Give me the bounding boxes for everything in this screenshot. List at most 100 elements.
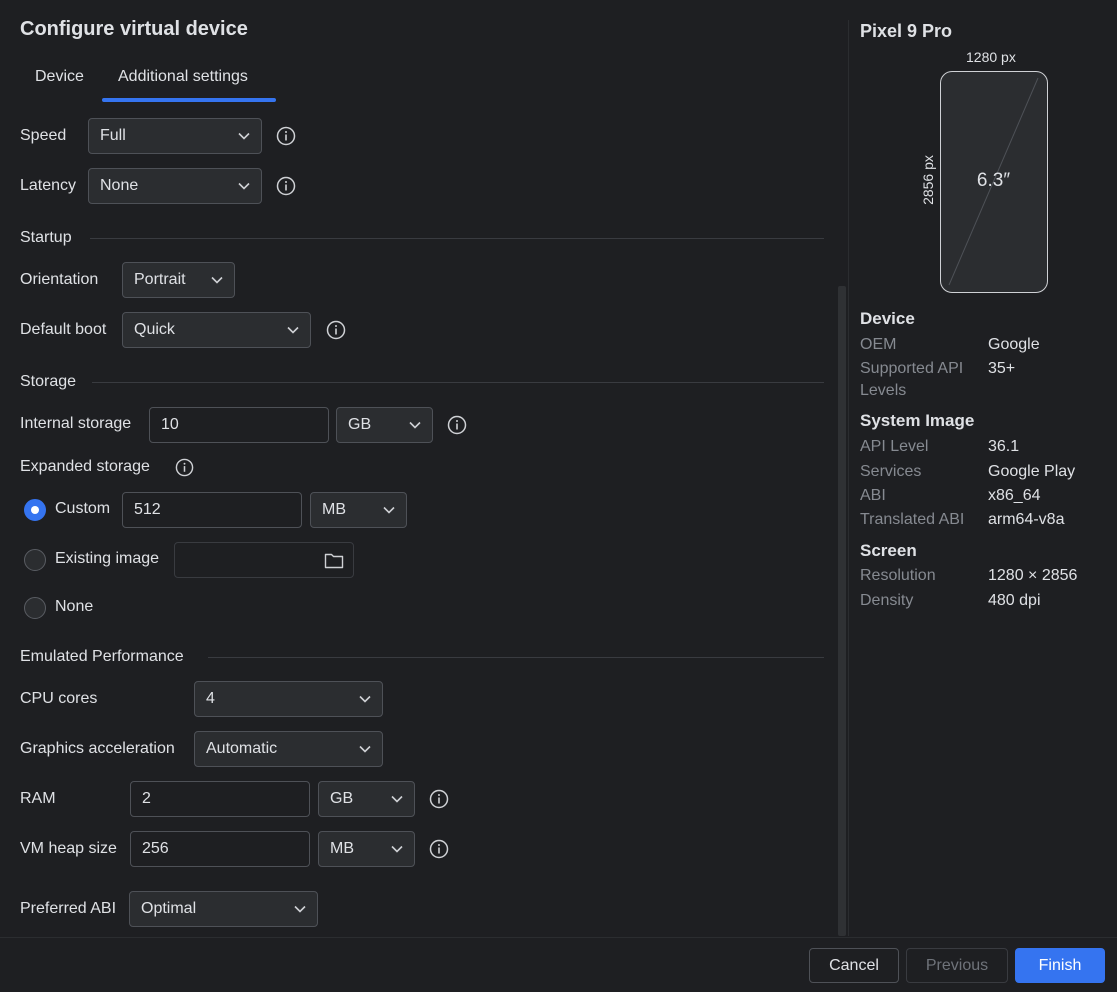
chevron-down-icon <box>287 313 299 347</box>
section-divider <box>208 657 824 658</box>
ram-unit-select[interactable]: GB <box>318 781 415 817</box>
supported-api-key: Supported API <box>860 360 964 377</box>
device-name: Pixel 9 Pro <box>860 21 953 41</box>
cpu-cores-label: CPU cores <box>20 690 98 707</box>
density-value: 480 dpi <box>988 592 1041 609</box>
startup-section-title: Startup <box>20 229 72 246</box>
existing-image-radio-label[interactable]: Existing image <box>55 550 159 568</box>
section-divider <box>92 382 824 383</box>
oem-key: OEM <box>860 336 897 353</box>
device-diagonal-size: 6.3″ <box>976 170 1011 191</box>
dialog-title: Configure virtual device <box>20 18 248 40</box>
chevron-down-icon <box>409 408 421 442</box>
chevron-down-icon <box>359 732 371 766</box>
expanded-storage-label: Expanded storage <box>20 458 150 475</box>
density-key: Density <box>860 592 914 609</box>
storage-section-title: Storage <box>20 373 77 390</box>
preview-height-label: 2856 px <box>920 155 936 205</box>
preferred-abi-select[interactable]: Optimal <box>129 891 318 927</box>
existing-image-radio[interactable] <box>24 549 46 571</box>
api-level-value: 36.1 <box>988 438 1020 455</box>
ram-label: RAM <box>20 790 56 807</box>
services-value: Google Play <box>988 463 1076 480</box>
chevron-down-icon <box>359 682 371 716</box>
chevron-down-icon <box>238 119 250 153</box>
footer-divider <box>0 937 1117 938</box>
folder-icon[interactable] <box>324 552 344 569</box>
previous-button[interactable]: Previous <box>906 948 1008 983</box>
tab-device[interactable]: Device <box>35 68 84 86</box>
supported-api-value: 35+ <box>988 360 1016 377</box>
device-preview: 6.3″ <box>940 71 1048 293</box>
custom-size-input[interactable] <box>122 492 302 528</box>
internal-storage-unit-select[interactable]: GB <box>336 407 433 443</box>
speed-label: Speed <box>20 127 67 144</box>
ram-unit-value: GB <box>330 790 354 807</box>
info-icon[interactable] <box>175 458 194 477</box>
info-icon[interactable] <box>326 320 346 340</box>
none-radio[interactable] <box>24 597 46 619</box>
abi-value: x86_64 <box>988 487 1041 504</box>
custom-size-unit-value: MB <box>322 501 346 518</box>
ram-input[interactable] <box>130 781 310 817</box>
info-icon[interactable] <box>429 839 449 859</box>
scrollbar[interactable] <box>838 286 846 936</box>
speed-select-value: Full <box>100 127 126 144</box>
performance-section-title: Emulated Performance <box>20 648 184 665</box>
vm-heap-size-unit-value: MB <box>330 840 354 857</box>
screen-heading: Screen <box>860 541 917 560</box>
preferred-abi-label: Preferred ABI <box>20 900 117 917</box>
vm-heap-size-input[interactable] <box>130 831 310 867</box>
custom-radio[interactable] <box>24 499 46 521</box>
supported-api-key-cont: Levels <box>860 382 907 399</box>
abi-key: ABI <box>860 487 886 504</box>
chevron-down-icon <box>211 263 223 297</box>
services-key: Services <box>860 463 922 480</box>
oem-value: Google <box>988 336 1040 353</box>
active-tab-indicator <box>102 98 276 102</box>
speed-select[interactable]: Full <box>88 118 262 154</box>
finish-button[interactable]: Finish <box>1015 948 1105 983</box>
cancel-button[interactable]: Cancel <box>809 948 899 983</box>
graphics-acceleration-select-value: Automatic <box>206 740 278 757</box>
none-radio-label[interactable]: None <box>55 598 93 616</box>
default-boot-select[interactable]: Quick <box>122 312 311 348</box>
device-heading: Device <box>860 309 915 328</box>
custom-size-unit-select[interactable]: MB <box>310 492 407 528</box>
preferred-abi-select-value: Optimal <box>141 900 197 917</box>
latency-select[interactable]: None <box>88 168 262 204</box>
resolution-value: 1280 × 2856 <box>988 567 1078 584</box>
translated-abi-value: arm64-v8a <box>988 511 1065 528</box>
api-level-key: API Level <box>860 438 929 455</box>
orientation-label: Orientation <box>20 271 99 288</box>
system-image-heading: System Image <box>860 411 975 430</box>
translated-abi-key: Translated ABI <box>860 511 965 528</box>
orientation-select[interactable]: Portrait <box>122 262 235 298</box>
preview-width-label: 1280 px <box>966 49 1016 65</box>
vm-heap-size-label: VM heap size <box>20 840 117 857</box>
latency-label: Latency <box>20 177 77 194</box>
info-icon[interactable] <box>429 789 449 809</box>
existing-image-path-field[interactable] <box>174 542 354 578</box>
internal-storage-input[interactable] <box>149 407 329 443</box>
tab-additional-settings[interactable]: Additional settings <box>118 68 248 86</box>
chevron-down-icon <box>238 169 250 203</box>
resolution-key: Resolution <box>860 567 936 584</box>
info-icon[interactable] <box>276 126 296 146</box>
info-icon[interactable] <box>447 415 467 435</box>
section-divider <box>90 238 824 239</box>
internal-storage-label: Internal storage <box>20 415 132 432</box>
chevron-down-icon <box>383 493 395 527</box>
graphics-acceleration-label: Graphics acceleration <box>20 740 175 757</box>
chevron-down-icon <box>391 832 403 866</box>
graphics-acceleration-select[interactable]: Automatic <box>194 731 383 767</box>
default-boot-select-value: Quick <box>134 321 175 338</box>
internal-storage-unit-value: GB <box>348 416 372 433</box>
cpu-cores-select-value: 4 <box>206 690 215 707</box>
custom-radio-label[interactable]: Custom <box>55 500 110 518</box>
latency-select-value: None <box>100 177 139 194</box>
chevron-down-icon <box>294 892 306 926</box>
cpu-cores-select[interactable]: 4 <box>194 681 383 717</box>
info-icon[interactable] <box>276 176 296 196</box>
vm-heap-size-unit-select[interactable]: MB <box>318 831 415 867</box>
